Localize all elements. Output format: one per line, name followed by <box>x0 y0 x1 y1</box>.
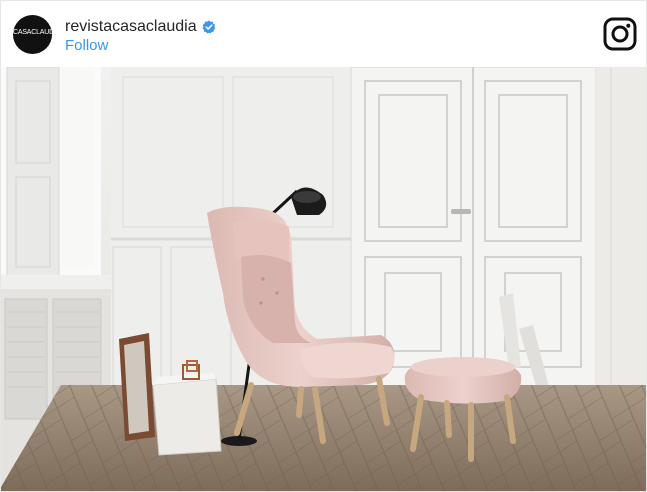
username-link[interactable]: revistacasaclaudia <box>65 18 197 36</box>
post-header: CASACLAUDIA revistacasaclaudia Follow <box>1 1 646 67</box>
avatar[interactable]: CASACLAUDIA <box>13 15 52 54</box>
verified-badge-icon <box>202 20 216 34</box>
instagram-embed-card: CASACLAUDIA revistacasaclaudia Follow <box>0 0 647 492</box>
instagram-icon[interactable] <box>603 17 637 51</box>
post-photo[interactable] <box>1 67 646 491</box>
username-row: revistacasaclaudia <box>65 17 216 37</box>
avatar-logo-text: CASACLAUDIA <box>13 29 52 36</box>
follow-button[interactable]: Follow <box>65 37 108 54</box>
